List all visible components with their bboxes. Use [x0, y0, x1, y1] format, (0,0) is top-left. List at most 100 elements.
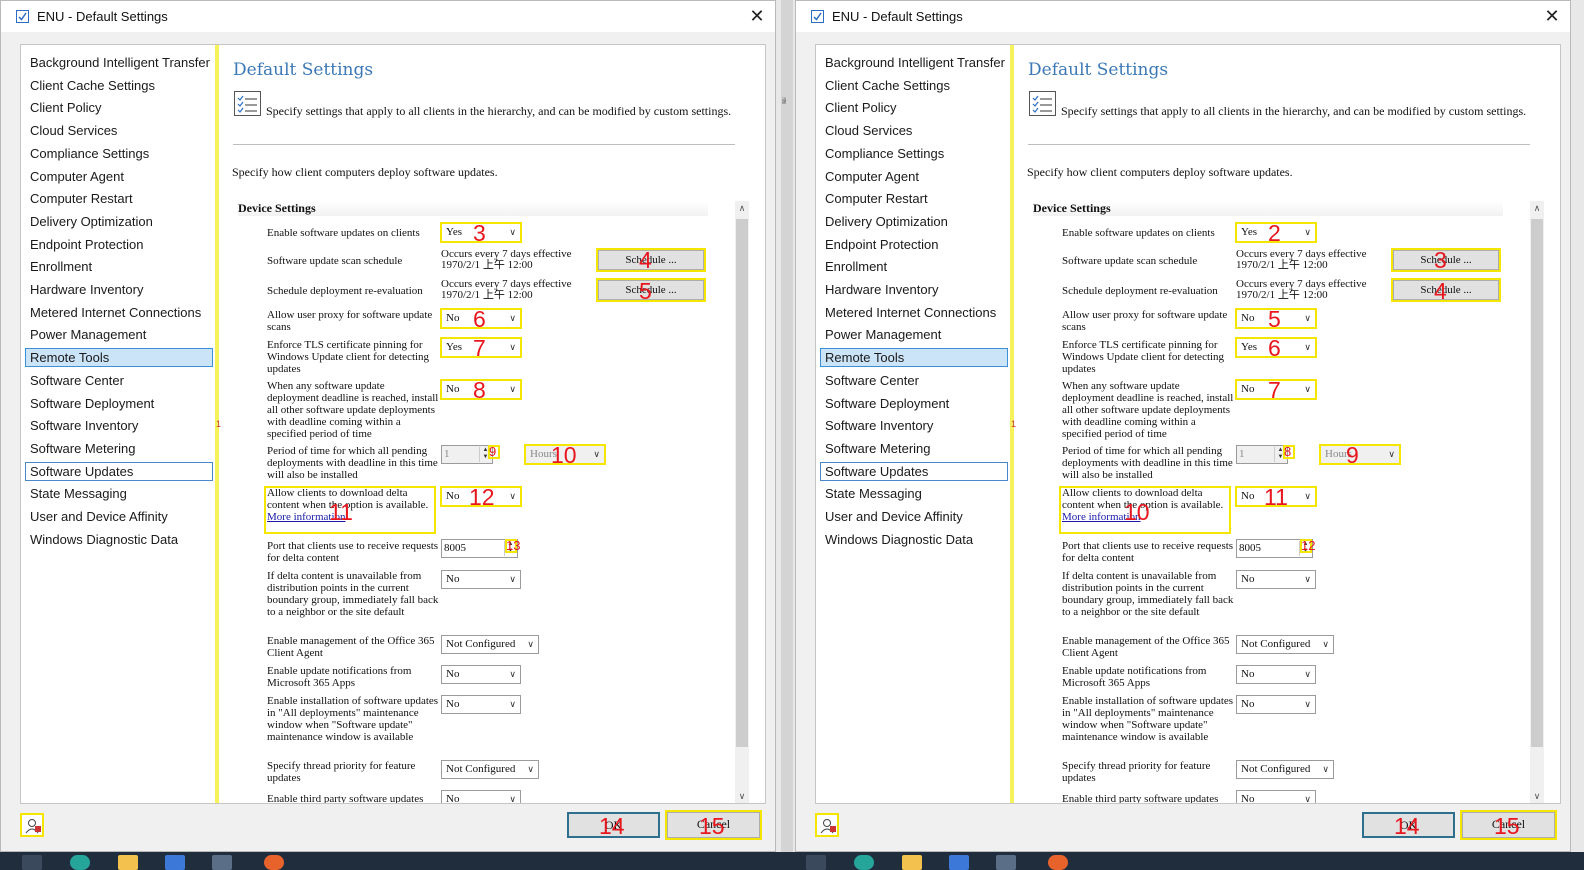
title-bar[interactable]: ENU - Default Settings ✕ [1, 1, 775, 32]
scroll-down-icon[interactable]: ∨ [735, 789, 749, 803]
scan-schedule-text: Occurs every 7 days effective 1970/2/1 上午… [1236, 249, 1396, 271]
period-unit-select[interactable]: Hours ∨ [1320, 445, 1400, 464]
sidebar-item-compliance-settings[interactable]: Compliance Settings [820, 144, 1008, 163]
vertical-scrollbar[interactable]: ∧ ∨ [735, 201, 749, 803]
sidebar-item-delivery-optimization[interactable]: Delivery Optimization [820, 212, 1008, 231]
app-icon[interactable] [949, 855, 969, 870]
maint-window-select[interactable]: No ∨ [441, 695, 521, 714]
sidebar-item-software-updates[interactable]: Software Updates [820, 461, 1008, 481]
third-party-select[interactable]: No ∨ [441, 790, 521, 803]
scroll-down-icon[interactable]: ∨ [1530, 789, 1544, 803]
chevron-down-icon: ∨ [509, 227, 516, 237]
tool-icon[interactable] [1048, 855, 1068, 870]
sidebar-item-client-policy[interactable]: Client Policy [820, 98, 1008, 117]
sidebar-item-software-deployment[interactable]: Software Deployment [25, 394, 213, 413]
sidebar-item-client-cache-settings[interactable]: Client Cache Settings [820, 76, 1008, 95]
close-icon[interactable]: ✕ [745, 4, 769, 28]
title-bar[interactable]: ENU - Default Settings ✕ [796, 1, 1570, 32]
maint-window-label: Enable installation of software updates … [1062, 695, 1234, 743]
console-icon[interactable] [996, 855, 1016, 870]
sidebar-item-cloud-services[interactable]: Cloud Services [25, 121, 213, 140]
sidebar-item-hardware-inventory[interactable]: Hardware Inventory [820, 280, 1008, 299]
scroll-up-icon[interactable]: ∧ [1530, 201, 1544, 215]
user-settings-icon[interactable] [20, 813, 44, 837]
tool-icon[interactable] [264, 855, 284, 870]
sidebar-item-metered-internet-connections[interactable]: Metered Internet Connections [820, 303, 1008, 322]
reeval-schedule-text: Occurs every 7 days effective 1970/2/1 上午… [1236, 279, 1396, 301]
sidebar-item-state-messaging[interactable]: State Messaging [25, 484, 213, 503]
annotation-number: 9 [1346, 442, 1359, 468]
chevron-down-icon: ∨ [1388, 449, 1395, 459]
sidebar-item-cloud-services[interactable]: Cloud Services [820, 121, 1008, 140]
maint-window-select[interactable]: No ∨ [1236, 695, 1316, 714]
sidebar-item-compliance-settings[interactable]: Compliance Settings [25, 144, 213, 163]
sidebar-item-computer-agent[interactable]: Computer Agent [25, 167, 213, 186]
app-icon[interactable] [165, 855, 185, 870]
sidebar-item-windows-diagnostic-data[interactable]: Windows Diagnostic Data [820, 530, 1008, 549]
close-icon[interactable]: ✕ [1540, 4, 1564, 28]
sidebar-item-software-inventory[interactable]: Software Inventory [25, 416, 213, 435]
sidebar-item-delivery-optimization[interactable]: Delivery Optimization [25, 212, 213, 231]
fallback-select[interactable]: No ∨ [1236, 570, 1316, 589]
folder-icon[interactable] [118, 855, 138, 870]
sidebar-item-remote-tools[interactable]: Remote Tools [820, 348, 1008, 368]
thread-select[interactable]: Not Configured ∨ [441, 760, 539, 779]
fallback-select[interactable]: No ∨ [441, 570, 521, 589]
thread-label: Specify thread priority for feature upda… [267, 760, 416, 784]
sidebar-item-user-and-device-affinity[interactable]: User and Device Affinity [25, 507, 213, 526]
sidebar-item-windows-diagnostic-data[interactable]: Windows Diagnostic Data [25, 530, 213, 549]
thread-select[interactable]: Not Configured ∨ [1236, 760, 1334, 779]
sidebar-item-computer-restart[interactable]: Computer Restart [25, 189, 213, 208]
office-select[interactable]: Not Configured ∨ [1236, 635, 1334, 654]
sidebar-item-software-center[interactable]: Software Center [25, 371, 213, 390]
sidebar-item-background-intelligent-transfer[interactable]: Background Intelligent Transfer [25, 53, 213, 72]
user-settings-icon[interactable] [815, 813, 839, 837]
vertical-scrollbar[interactable]: ∧ ∨ [1530, 201, 1544, 803]
sidebar-item-software-metering[interactable]: Software Metering [820, 439, 1008, 458]
office-select[interactable]: Not Configured ∨ [441, 635, 539, 654]
scan-schedule-text: Occurs every 7 days effective 1970/2/1 上午… [441, 249, 601, 271]
sidebar-item-hardware-inventory[interactable]: Hardware Inventory [25, 280, 213, 299]
start-icon[interactable] [22, 855, 42, 870]
sidebar-item-software-inventory[interactable]: Software Inventory [820, 416, 1008, 435]
sidebar-item-user-and-device-affinity[interactable]: User and Device Affinity [820, 507, 1008, 526]
start-icon[interactable] [806, 855, 826, 870]
third-party-select[interactable]: No ∨ [1236, 790, 1316, 803]
edge-icon[interactable] [70, 855, 90, 870]
select-value: No [1241, 793, 1255, 803]
period-spinner[interactable]: 1 ▲ ▼ [441, 445, 493, 464]
sidebar-item-background-intelligent-transfer[interactable]: Background Intelligent Transfer [820, 53, 1008, 72]
console-icon[interactable] [212, 855, 232, 870]
section-description: Specify how client computers deploy soft… [232, 165, 498, 179]
sidebar-item-software-updates[interactable]: Software Updates [25, 461, 213, 481]
sidebar-item-state-messaging[interactable]: State Messaging [820, 484, 1008, 503]
period-label: Period of time for which all pending dep… [267, 445, 438, 481]
scroll-up-icon[interactable]: ∧ [735, 201, 749, 215]
sidebar-item-power-management[interactable]: Power Management [820, 325, 1008, 344]
sidebar-item-client-cache-settings[interactable]: Client Cache Settings [25, 76, 213, 95]
edge-icon[interactable] [854, 855, 874, 870]
notifications-select[interactable]: No ∨ [1236, 665, 1316, 684]
sidebar-item-client-policy[interactable]: Client Policy [25, 98, 213, 117]
sidebar-item-software-center[interactable]: Software Center [820, 371, 1008, 390]
period-spinner[interactable]: 1 ▲ ▼ [1236, 445, 1288, 464]
sidebar-item-power-management[interactable]: Power Management [25, 325, 213, 344]
sidebar-item-computer-restart[interactable]: Computer Restart [820, 189, 1008, 208]
sidebar-item-enrollment[interactable]: Enrollment [25, 257, 213, 276]
sidebar-item-enrollment[interactable]: Enrollment [820, 257, 1008, 276]
scrollbar-thumb[interactable] [736, 219, 748, 747]
sidebar-item-computer-agent[interactable]: Computer Agent [820, 167, 1008, 186]
fallback-label: If delta content is unavailable from dis… [1062, 570, 1234, 618]
folder-icon[interactable] [902, 855, 922, 870]
sidebar-item-software-metering[interactable]: Software Metering [25, 439, 213, 458]
sidebar-item-endpoint-protection[interactable]: Endpoint Protection [25, 235, 213, 254]
scrollbar-thumb[interactable] [1531, 219, 1543, 747]
notifications-select[interactable]: No ∨ [441, 665, 521, 684]
sidebar-item-software-deployment[interactable]: Software Deployment [820, 394, 1008, 413]
sidebar-item-remote-tools[interactable]: Remote Tools [25, 348, 213, 368]
taskbar [0, 852, 1584, 870]
sidebar-item-endpoint-protection[interactable]: Endpoint Protection [820, 235, 1008, 254]
chevron-down-icon: ∨ [509, 794, 516, 803]
annotation-number: 3 [473, 220, 486, 246]
sidebar-item-metered-internet-connections[interactable]: Metered Internet Connections [25, 303, 213, 322]
